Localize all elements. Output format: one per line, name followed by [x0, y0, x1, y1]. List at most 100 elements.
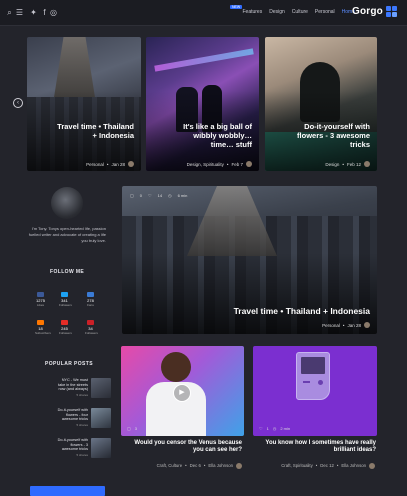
featured-read-time: 6 min	[177, 193, 188, 198]
popular-post-meta: 5 shares	[76, 423, 88, 427]
popular-post-thumbnail[interactable]	[91, 378, 111, 398]
follow-heading: FOLLOW ME	[50, 269, 85, 275]
new-badge: NEW	[230, 5, 243, 9]
social-twitter[interactable]: 341 Followers	[59, 292, 72, 307]
bottom-card-1-author[interactable]: Ella Johnson	[341, 463, 366, 469]
top-card-2-category[interactable]: Design, Spirituality	[187, 162, 224, 167]
featured-post[interactable]: ▢ 0 ♡ 14 ◷ 6 min Travel time • Thailand + I…	[122, 186, 377, 334]
clock-icon: ◷	[272, 426, 277, 431]
featured-date: Jan 28	[347, 322, 361, 328]
author-avatar	[364, 322, 370, 328]
top-card-2-title[interactable]: It's like a big ball of wibbly wobbly… t…	[170, 122, 252, 150]
bottom-card-1-category[interactable]: Craft, Spirituality	[281, 463, 313, 469]
bottom-card-2-category[interactable]: Craft, Culture	[157, 463, 183, 469]
top-card-3-category[interactable]: Design	[325, 162, 339, 167]
logo-mark-icon	[386, 6, 397, 17]
popular-post-title[interactable]: Do-it-yourself with flowers - four aweso…	[56, 408, 88, 422]
popular-post-1[interactable]: NYC - We must take in the streets now (a…	[57, 378, 111, 400]
top-card-1-meta: Personal • Jan 28	[86, 161, 134, 167]
comment-icon[interactable]: ▢	[130, 193, 134, 198]
logo-text: Gorgo	[352, 6, 383, 17]
twitter-icon[interactable]: ✦	[29, 8, 38, 17]
popular-post-2[interactable]: Do-it-yourself with flowers - four aweso…	[57, 408, 111, 430]
facebook-icon[interactable]: f	[40, 8, 49, 17]
popular-heading: POPULAR POSTS	[45, 361, 93, 367]
page: ⌕ ☰ ✦ f ◎ Home Personal Culture Design F…	[0, 0, 407, 496]
author-avatar	[369, 463, 375, 469]
top-card-3-title[interactable]: Do-it-yourself with flowers - 3 awesome …	[292, 122, 370, 150]
bottom-card-1-likes: 1	[266, 426, 269, 431]
bottom-card-1-date: Dec 12	[320, 463, 334, 468]
bottom-card-1-stats: ♡ 1 ◷ 2 min	[259, 426, 290, 431]
featured-likes: 14	[157, 193, 163, 198]
social-pinterest[interactable]: 34 Followers	[85, 320, 98, 335]
top-card-1-category[interactable]: Personal	[86, 162, 104, 167]
top-card-3-date: Feb 12	[346, 161, 361, 167]
search-icon[interactable]: ⌕	[5, 8, 14, 17]
comment-icon[interactable]: ▢	[127, 426, 131, 431]
main-menu: Home Personal Culture Design Features	[242, 9, 355, 15]
popular-post-thumbnail[interactable]	[91, 408, 111, 428]
popular-post-thumbnail[interactable]	[91, 438, 111, 458]
bottom-card-2-likes: 3	[134, 426, 138, 431]
top-card-2-meta: Design, Spirituality • Feb 7	[187, 161, 252, 167]
social-youtube[interactable]: 245 Followers	[59, 320, 72, 335]
popular-post-3[interactable]: Do-it-yourself with flowers - 3 awesome …	[57, 438, 111, 460]
nav-culture[interactable]: Culture	[292, 9, 308, 15]
popular-post-meta: 5 shares	[76, 453, 88, 457]
clock-icon: ◷	[168, 193, 172, 198]
popular-post-meta: 5 shares	[76, 393, 88, 397]
popular-post-title[interactable]: NYC - We must take in the streets now (a…	[56, 378, 88, 392]
bottom-card-gameboy[interactable]: ♡ 1 ◷ 2 min	[253, 346, 377, 436]
bottom-card-2-author[interactable]: Ella Johnson	[208, 463, 233, 469]
menu-icon[interactable]: ☰	[15, 8, 24, 17]
top-card-1-date: Jan 28	[111, 161, 125, 167]
top-card-2-date: Feb 7	[231, 161, 243, 167]
bottom-card-2-stats: ▢ 3	[127, 426, 137, 431]
top-card-2[interactable]: It's like a big ball of wibbly wobbly… t…	[146, 37, 259, 171]
bottom-card-video[interactable]: ▶ ▢ 3	[121, 346, 244, 436]
bottom-card-2-title[interactable]: Would you censor the Venus because you c…	[124, 440, 242, 454]
featured-title[interactable]: Travel time • Thailand + Indonesia	[234, 306, 370, 316]
author-avatar	[236, 463, 242, 469]
top-card-3-meta: Design • Feb 12	[325, 161, 370, 167]
featured-category[interactable]: Personal	[322, 323, 340, 328]
author-avatar	[246, 161, 252, 167]
nav-design[interactable]: Design	[269, 9, 285, 15]
author-bio: I'm Tony. Tonys open-hearted life, passi…	[28, 226, 106, 243]
social-facebook[interactable]: 1275 Likes	[35, 292, 46, 307]
slider-prev-arrow-icon[interactable]: ‹	[13, 98, 23, 108]
social-soundcloud[interactable]: 18 Subscribers	[35, 320, 51, 335]
nav-personal[interactable]: Personal	[315, 9, 335, 15]
featured-meta: Personal • Jan 28	[322, 322, 370, 328]
author-avatar	[364, 161, 370, 167]
sidebar-banner[interactable]	[30, 486, 105, 496]
social-flickr[interactable]: 278 Fans	[85, 292, 96, 307]
top-card-1[interactable]: Travel time • Thailand + Indonesia Perso…	[27, 37, 141, 171]
social-grid: 1275 Likes 341 Followers 278 Fans 18 Subscri…	[33, 290, 109, 350]
like-icon[interactable]: ♡	[148, 193, 152, 198]
author-avatar	[128, 161, 134, 167]
like-icon[interactable]: ♡	[259, 426, 263, 431]
bottom-card-1-title[interactable]: You know how I sometimes have really bri…	[256, 440, 376, 454]
top-card-3[interactable]: Do-it-yourself with flowers - 3 awesome …	[265, 37, 377, 171]
popular-post-title[interactable]: Do-it-yourself with flowers - 3 awesome …	[56, 438, 88, 452]
author-avatar[interactable]	[51, 187, 83, 219]
nav-features[interactable]: Features	[242, 9, 262, 15]
instagram-icon[interactable]: ◎	[49, 8, 58, 17]
flickr-icon	[87, 292, 94, 297]
twitter-icon	[61, 292, 68, 297]
bottom-card-2-date: Dec 6	[189, 463, 201, 468]
site-logo[interactable]: Gorgo	[352, 6, 397, 17]
bottom-card-2-meta: Craft, Culture • Dec 6 • Ella Johnson	[157, 463, 242, 469]
top-navigation-bar: ⌕ ☰ ✦ f ◎ Home Personal Culture Design F…	[0, 0, 407, 26]
bottom-card-1-meta: Craft, Spirituality • Dec 12 • Ella Johnso…	[281, 463, 375, 469]
soundcloud-icon	[37, 320, 44, 325]
bottom-card-1-read-time: 2 min	[280, 426, 291, 431]
play-video-icon[interactable]: ▶	[173, 384, 191, 402]
pinterest-icon	[87, 320, 94, 325]
featured-comments: 0	[139, 193, 143, 198]
featured-stats: ▢ 0 ♡ 14 ◷ 6 min	[130, 193, 187, 198]
facebook-icon	[37, 292, 44, 297]
top-card-1-title[interactable]: Travel time • Thailand + Indonesia	[56, 122, 134, 141]
